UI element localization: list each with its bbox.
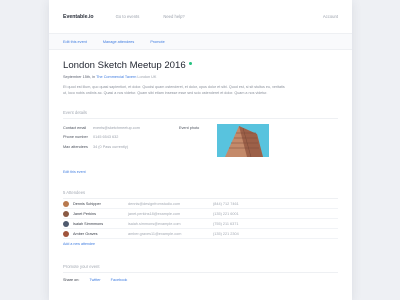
event-details-section: Event details Contact email events@sketc… [63, 110, 338, 174]
add-attendee-link[interactable]: Add a new attendee [63, 242, 338, 246]
title-row: London Sketch Meetup 2016 [63, 60, 338, 71]
promote-section: Promote your event Share on: Twitter Fac… [63, 264, 338, 282]
edit-event-link[interactable]: Edit this event [63, 170, 338, 174]
detail-label: Max attendees [63, 144, 88, 149]
event-city: London UK [137, 75, 157, 79]
detail-row: Max attendees 34 (0 Pass currently) [63, 142, 338, 152]
status-dot-icon [188, 61, 192, 65]
share-twitter-link[interactable]: Twitter [89, 278, 100, 282]
table-row[interactable]: Janet Perkins janet.perkins18@example.co… [63, 209, 338, 220]
table-row[interactable]: Dennis Schipper dennis@designfromstudio.… [63, 199, 338, 210]
event-page-card: Eventable.io Go to events Need help? Acc… [49, 0, 352, 300]
event-venue-link[interactable]: The Commercial Tavern [96, 75, 136, 79]
event-title: London Sketch Meetup 2016 [63, 60, 186, 71]
section-heading-promote: Promote your event [63, 264, 338, 274]
share-facebook-link[interactable]: Facebook [111, 278, 128, 282]
event-description: Et quod est illum, quo quasi sapientiori… [63, 85, 285, 95]
details-body: Contact email events@sketchmeetup.com Ph… [63, 123, 338, 167]
nav-need-help[interactable]: Need help? [163, 14, 184, 19]
account-link[interactable]: Account [323, 14, 338, 19]
detail-value: 34 (0 Pass currently) [93, 144, 129, 149]
tab-manage-attendees[interactable]: Manage attendees [103, 40, 134, 44]
detail-value: events@sketchmeetup.com [93, 125, 140, 130]
attendee-email: janet.perkins18@example.com [128, 211, 181, 216]
main-nav: Go to events Need help? [116, 14, 185, 19]
detail-label: Phone number [63, 135, 88, 140]
event-photo-label: Event photo [179, 125, 200, 130]
attendee-phone: (755) 211 6371 [213, 221, 239, 226]
attendee-phone: (135) 221 6001 [213, 211, 239, 216]
table-row[interactable]: Amber Graves amber.graves11@example.com … [63, 229, 338, 240]
detail-row: Phone number 0145 6543 632 [63, 133, 338, 143]
table-row[interactable]: Isaiah Simmmons isaiah.simmons@example.c… [63, 219, 338, 230]
attendee-phone: (844) 712 7461 [213, 201, 239, 206]
avatar [63, 230, 69, 237]
event-content: London Sketch Meetup 2016 September 15th… [49, 50, 352, 282]
attendee-name: Janet Perkins [73, 211, 97, 216]
attendee-list: Dennis Schipper dennis@designfromstudio.… [63, 199, 338, 240]
app-logo[interactable]: Eventable.io [63, 14, 94, 20]
attendees-section: 5 Attendees Dennis Schipper dennis@desig… [63, 190, 338, 246]
attendee-name: Dennis Schipper [73, 201, 101, 206]
nav-go-to-events[interactable]: Go to events [116, 14, 140, 19]
detail-row: Contact email events@sketchmeetup.com [63, 123, 338, 133]
detail-label: Contact email [63, 125, 87, 130]
share-label: Share on: [63, 278, 80, 283]
tab-edit-event[interactable]: Edit this event [63, 40, 87, 44]
attendee-email: isaiah.simmons@example.com [128, 221, 181, 226]
avatar [63, 220, 69, 227]
event-photo[interactable] [217, 124, 269, 158]
share-row: Share on: Twitter Facebook [63, 278, 338, 282]
avatar [63, 200, 69, 207]
detail-value: 0145 6543 632 [93, 135, 119, 140]
top-navigation: Eventable.io Go to events Need help? Acc… [49, 0, 352, 34]
event-subnav: Edit this event Manage attendees Promote [49, 34, 352, 50]
avatar [63, 210, 69, 217]
attendee-email: amber.graves11@example.com [128, 231, 182, 236]
attendee-phone: (135) 221 2304 [213, 231, 239, 236]
tab-promote[interactable]: Promote [150, 40, 164, 44]
attendee-email: dennis@designfromstudio.com [128, 201, 181, 206]
event-meta: September 15th, in The Commercial Tavern… [63, 75, 338, 79]
section-heading-details: Event details [63, 110, 338, 120]
attendee-name: Isaiah Simmmons [73, 221, 104, 226]
event-date: September 15th, in [63, 75, 96, 79]
section-heading-attendees: 5 Attendees [63, 190, 338, 200]
attendee-name: Amber Graves [73, 231, 98, 236]
